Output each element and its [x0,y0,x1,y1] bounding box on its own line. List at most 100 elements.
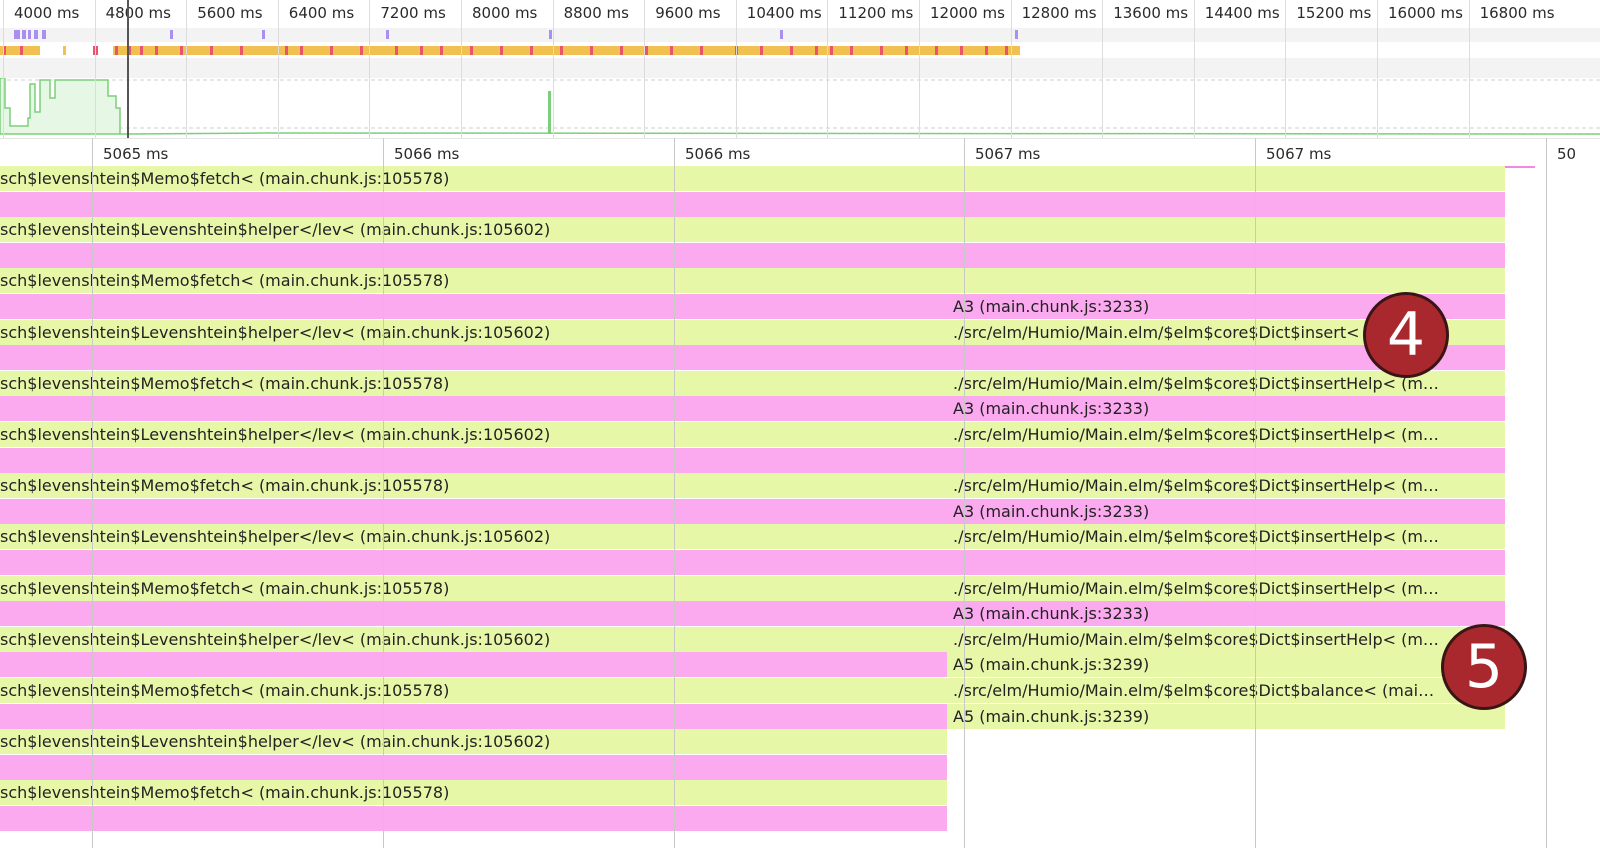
overview-task-bar-long [420,46,423,55]
overview-task-bar-long [440,46,443,55]
timeline-overview[interactable]: 4000 ms 4800 ms 5600 ms 6400 ms 7200 ms 8000 … [0,0,1600,140]
flame-frame-label: sch$levenshtein$Memo$fetch< (main.chunk.… [0,681,450,700]
overview-task-bar-long [20,46,23,55]
flame-frame-child[interactable]: A5 (main.chunk.js:3239) [947,652,1505,678]
overview-task-bar-long [140,46,143,55]
timeline-cursor[interactable] [127,0,129,138]
overview-task-bar-long [700,46,703,55]
flame-gridline [92,138,93,848]
overview-tick-label: 14400 ms [1204,4,1280,22]
flame-frame-label: A5 (main.chunk.js:3239) [953,655,1150,675]
overview-tick-label: 13600 ms [1113,4,1189,22]
overview-task-bar-long [470,46,473,55]
flame-frame-child[interactable]: ./src/elm/Humio/Main.elm/$elm$core$Dict$… [947,575,1505,601]
flame-frame[interactable] [0,806,947,831]
overview-tick-label: 12000 ms [930,4,1005,22]
overview-marker [386,30,389,39]
overview-task-bar-long [300,46,303,55]
overview-gridline [1285,0,1287,140]
overview-tick-label: 8000 ms [472,4,538,22]
flame-frame[interactable]: sch$levenshtein$Memo$fetch< (main.chunk.… [0,780,947,806]
flame-frame[interactable]: sch$levenshtein$Levenshtein$helper</lev<… [0,217,1505,243]
flame-frame[interactable] [0,242,1505,268]
flame-frame-label: sch$levenshtein$Levenshtein$helper</lev<… [0,322,551,342]
overview-task-bar-long [760,46,763,55]
flame-frame-child[interactable]: A3 (main.chunk.js:3233) [947,601,1505,627]
overview-gridline [94,0,96,140]
flame-frame-label: sch$levenshtein$Memo$fetch< (main.chunk.… [0,373,450,393]
overview-marker [34,30,38,39]
flame-frame-label: A3 (main.chunk.js:3233) [953,501,1150,521]
flame-frame-child[interactable]: A3 (main.chunk.js:3233) [947,498,1505,524]
flame-gridline [1255,138,1256,848]
flame-chart[interactable]: sch$levenshtein$Memo$fetch< (main.chunk.… [0,166,1600,848]
flame-frame-child[interactable]: ./src/elm/Humio/Main.elm/$elm$core$Dict$… [947,678,1505,703]
flame-frame-child[interactable]: ./src/elm/Humio/Main.elm/$elm$core$Dict$… [947,626,1505,652]
flame-frame[interactable]: sch$levenshtein$Memo$fetch< (main.chunk.… [0,268,1505,294]
overview-task-bar-long [560,46,563,55]
flame-frame-label: sch$levenshtein$Memo$fetch< (main.chunk.… [0,271,450,291]
overview-task-bar-long [620,46,623,55]
annotation-badge-5: 5 [1441,624,1527,710]
overview-gridline [827,0,829,140]
overview-gridline [1010,0,1012,140]
flame-frame[interactable] [0,754,947,780]
flame-gridline [674,138,675,848]
overview-gridline [552,0,554,140]
overview-gridline [735,0,737,140]
overview-task-bar-long [960,46,963,55]
flame-frame[interactable]: sch$levenshtein$Levenshtein$helper</lev<… [0,729,947,755]
overview-marker [28,30,31,39]
overview-gridline [369,0,371,140]
overview-marker [549,30,552,39]
flame-frame-child[interactable] [947,447,1505,473]
flame-frame-label: ./src/elm/Humio/Main.elm/$elm$core$Dict$… [953,578,1439,598]
flame-frame-label: ./src/elm/Humio/Main.elm/$elm$core$Dict$… [953,373,1439,393]
flame-frame-child[interactable]: ./src/elm/Humio/Main.elm/$elm$core$Dict$… [947,473,1505,499]
flame-gridline [1546,138,1547,848]
flame-frame-label: sch$levenshtein$Levenshtein$helper</lev<… [0,629,551,649]
overview-task-bar-long [395,46,398,55]
overview-marker [42,30,46,39]
overview-task-bar-long [790,46,793,55]
overview-task-bar [113,46,1020,55]
flame-frame-child[interactable]: A5 (main.chunk.js:3239) [947,703,1505,729]
flame-frame[interactable] [0,191,1505,217]
overview-task-bar-long [590,46,593,55]
overview-tick-label: 4000 ms [14,4,80,22]
flame-frame-child[interactable] [947,550,1505,575]
overview-task-bar-long [815,46,818,55]
flame-frame-label: sch$levenshtein$Memo$fetch< (main.chunk.… [0,783,450,803]
flame-tick-label: 50 [1557,145,1577,163]
overview-tick-label: 9600 ms [655,4,721,22]
overview-task-bar-long [240,46,243,55]
overview-task-bar [63,46,66,55]
overview-task-bar-long [155,46,158,55]
overview-task-bar-long [670,46,673,55]
flame-frame-child[interactable]: ./src/elm/Humio/Main.elm/$elm$core$Dict$… [947,524,1505,550]
overview-tick-label: 6400 ms [288,4,355,22]
flame-time-ruler: 5065 ms 5066 ms 5066 ms 5067 ms 5067 ms 50 [0,138,1600,167]
overview-task-bar-long [850,46,853,55]
flame-frame-label: ./src/elm/Humio/Main.elm/$elm$core$Dict$… [953,629,1439,649]
overview-task-bar-long [1005,46,1008,55]
overview-tick-label: 16000 ms [1388,4,1463,22]
flame-frame-label: A3 (main.chunk.js:3233) [953,604,1150,624]
overview-task-bar-long [645,46,648,55]
overview-task-bar-long [500,46,503,55]
overview-task-bar-long [330,46,333,55]
flame-frame-label: ./src/elm/Humio/Main.elm/$elm$core$Dict$… [953,476,1439,496]
overview-tick-label: 16800 ms [1479,4,1555,22]
overview-task-bar-long [180,46,183,55]
overview-gridline [3,0,4,140]
flame-frame-label: sch$levenshtein$Memo$fetch< (main.chunk.… [0,578,450,598]
overview-task-bar-long [830,46,833,55]
flame-gridline [383,138,384,848]
overview-gridline [461,0,462,140]
flame-frame-child[interactable]: ./src/elm/Humio/Main.elm/$elm$core$Dict$… [947,422,1505,447]
flame-frame-label: sch$levenshtein$Memo$fetch< (main.chunk.… [0,476,450,496]
flame-frame[interactable]: sch$levenshtein$Memo$fetch< (main.chunk.… [0,166,1505,191]
overview-tick-label: 11200 ms [838,4,914,22]
overview-tick-label: 7200 ms [380,4,446,22]
flame-frame-child[interactable]: A3 (main.chunk.js:3233) [947,396,1505,422]
